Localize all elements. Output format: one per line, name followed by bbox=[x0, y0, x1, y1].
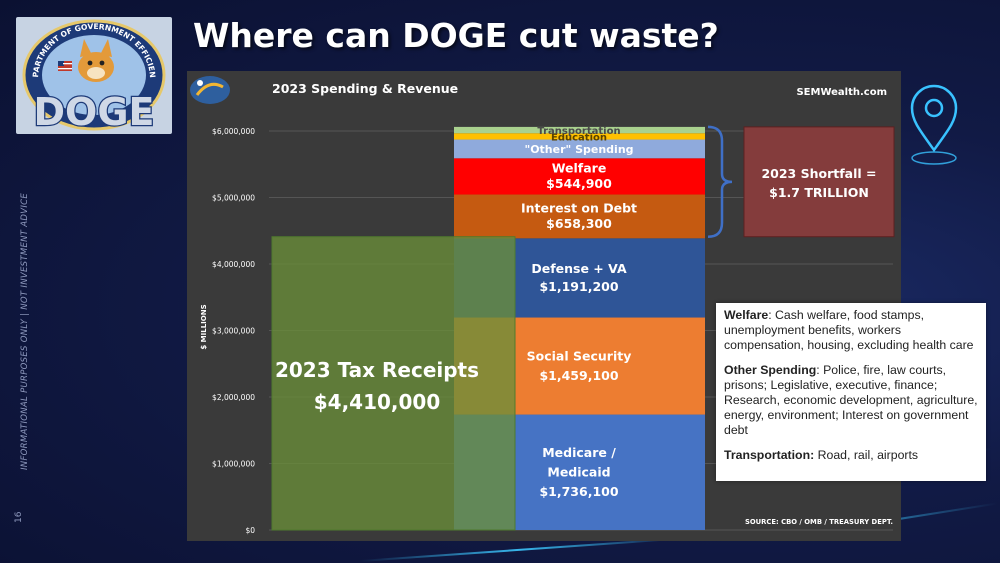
shortfall-brace bbox=[707, 125, 733, 238]
definitions-box: Welfare: Cash welfare, food stamps, unem… bbox=[716, 303, 986, 481]
transportation-text: Road, rail, airports bbox=[814, 447, 919, 462]
y-tick-label: $4,000,000 bbox=[212, 260, 255, 269]
logo-word: DOGE bbox=[34, 90, 155, 134]
doge-logo: DEPARTMENT OF GOVERNMENT EFFICIENCY DOGE bbox=[12, 10, 172, 135]
segment-name-label: Interest on Debt bbox=[521, 201, 637, 216]
y-tick-label: $2,000,000 bbox=[212, 393, 255, 402]
segment-value-label: $1,736,100 bbox=[539, 484, 618, 499]
segment-name-label: Welfare bbox=[552, 161, 607, 176]
transportation-definition: Transportation: Road, rail, airports bbox=[724, 448, 978, 463]
semwealth-logo-icon bbox=[190, 76, 230, 104]
source-label: SOURCE: CBO / OMB / TREASURY DEPT. bbox=[745, 518, 893, 526]
transportation-term: Transportation: bbox=[724, 447, 815, 462]
segment-name-label: Social Security bbox=[527, 348, 632, 363]
shortfall-value-label: $1.7 TRILLION bbox=[769, 185, 869, 200]
welfare-definition: Welfare: Cash welfare, food stamps, unem… bbox=[724, 308, 978, 354]
y-tick-label: $1,000,000 bbox=[212, 460, 255, 469]
brand-label: SEMWealth.com bbox=[796, 87, 887, 98]
segment-value-label: $1,459,100 bbox=[539, 368, 618, 383]
shortfall-box bbox=[743, 126, 895, 238]
disclaimer-label: INFORMATIONAL PURPOSES ONLY | NOT INVEST… bbox=[20, 192, 30, 470]
y-tick-label: $5,000,000 bbox=[212, 194, 255, 203]
slide-title: Where can DOGE cut waste? bbox=[193, 16, 719, 55]
other-spending-definition: Other Spending: Police, fire, law courts… bbox=[724, 363, 978, 439]
chart-title: 2023 Spending & Revenue bbox=[272, 81, 458, 96]
y-tick-label: $0 bbox=[245, 526, 255, 535]
segment-name-label: Transportation bbox=[537, 126, 620, 137]
segment-name-label: Medicaid bbox=[547, 464, 610, 479]
revenue-value-label: $4,410,000 bbox=[314, 390, 441, 414]
slide: DEPARTMENT OF GOVERNMENT EFFICIENCY DOGE… bbox=[0, 0, 1000, 563]
segment-value-label: $544,900 bbox=[546, 176, 612, 191]
decorative-line bbox=[359, 537, 680, 562]
location-pin-icon bbox=[904, 80, 964, 174]
segment-name-label: Medicare / bbox=[542, 445, 616, 460]
segment-name-label: Defense + VA bbox=[531, 261, 627, 276]
welfare-term: Welfare bbox=[724, 308, 769, 322]
y-tick-label: $3,000,000 bbox=[212, 327, 255, 336]
page-number: 16 bbox=[14, 511, 24, 523]
segment-value-label: $658,300 bbox=[546, 216, 612, 231]
revenue-bar bbox=[271, 236, 516, 531]
y-tick-label: $6,000,000 bbox=[212, 127, 255, 136]
shortfall-label: 2023 Shortfall = bbox=[761, 166, 876, 181]
y-axis-label: $ MILLIONS bbox=[200, 304, 208, 349]
other-spending-term: Other Spending bbox=[724, 362, 817, 377]
revenue-name-label: 2023 Tax Receipts bbox=[275, 358, 479, 382]
segment-name-label: "Other" Spending bbox=[524, 143, 633, 156]
segment-value-label: $1,191,200 bbox=[539, 279, 618, 294]
